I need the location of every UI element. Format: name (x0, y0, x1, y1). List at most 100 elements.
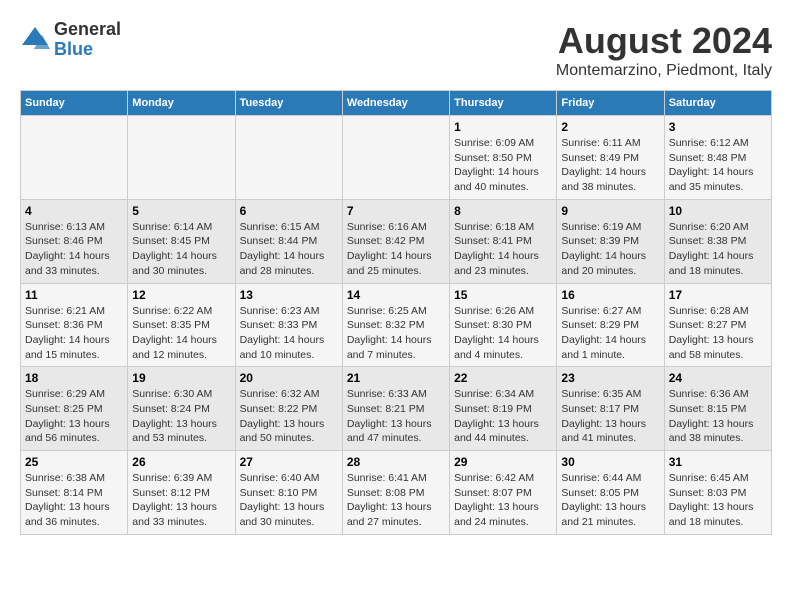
day-info: Sunrise: 6:42 AM Sunset: 8:07 PM Dayligh… (454, 471, 552, 530)
day-number: 29 (454, 455, 552, 469)
weekday-header-row: SundayMondayTuesdayWednesdayThursdayFrid… (21, 91, 772, 116)
calendar-cell: 30 Sunrise: 6:44 AM Sunset: 8:05 PM Dayli… (557, 451, 664, 535)
day-info: Sunrise: 6:25 AM Sunset: 8:32 PM Dayligh… (347, 304, 445, 363)
calendar-table: SundayMondayTuesdayWednesdayThursdayFrid… (20, 90, 772, 535)
day-info: Sunrise: 6:27 AM Sunset: 8:29 PM Dayligh… (561, 304, 659, 363)
calendar-cell: 19 Sunrise: 6:30 AM Sunset: 8:24 PM Dayli… (128, 367, 235, 451)
day-number: 8 (454, 204, 552, 218)
calendar-cell: 23 Sunrise: 6:35 AM Sunset: 8:17 PM Dayli… (557, 367, 664, 451)
subtitle: Montemarzino, Piedmont, Italy (556, 62, 772, 80)
calendar-cell: 27Sunrise: 6:40 AM Sunset: 8:10 PM Dayli… (235, 451, 342, 535)
day-number: 20 (240, 371, 338, 385)
weekday-header-tuesday: Tuesday (235, 91, 342, 116)
day-info: Sunrise: 6:35 AM Sunset: 8:17 PM Dayligh… (561, 387, 659, 446)
day-info: Sunrise: 6:39 AM Sunset: 8:12 PM Dayligh… (132, 471, 230, 530)
weekday-header-saturday: Saturday (664, 91, 771, 116)
calendar-cell: 28Sunrise: 6:41 AM Sunset: 8:08 PM Dayli… (342, 451, 449, 535)
day-number: 21 (347, 371, 445, 385)
calendar-cell: 9 Sunrise: 6:19 AM Sunset: 8:39 PM Daylig… (557, 199, 664, 283)
logo: General Blue (20, 20, 121, 60)
day-info: Sunrise: 6:36 AM Sunset: 8:15 PM Dayligh… (669, 387, 767, 446)
day-number: 10 (669, 204, 767, 218)
logo-blue-text: Blue (54, 40, 121, 60)
calendar-cell (235, 116, 342, 200)
day-info: Sunrise: 6:26 AM Sunset: 8:30 PM Dayligh… (454, 304, 552, 363)
calendar-cell: 10Sunrise: 6:20 AM Sunset: 8:38 PM Dayli… (664, 199, 771, 283)
day-number: 9 (561, 204, 659, 218)
calendar-week-1: 1 Sunrise: 6:09 AM Sunset: 8:50 PM Daylig… (21, 116, 772, 200)
day-info: Sunrise: 6:44 AM Sunset: 8:05 PM Dayligh… (561, 471, 659, 530)
logo-general-text: General (54, 20, 121, 40)
day-info: Sunrise: 6:22 AM Sunset: 8:35 PM Dayligh… (132, 304, 230, 363)
calendar-cell: 22Sunrise: 6:34 AM Sunset: 8:19 PM Dayli… (450, 367, 557, 451)
calendar-body: 1 Sunrise: 6:09 AM Sunset: 8:50 PM Daylig… (21, 116, 772, 535)
weekday-header-monday: Monday (128, 91, 235, 116)
calendar-header: SundayMondayTuesdayWednesdayThursdayFrid… (21, 91, 772, 116)
calendar-cell: 17 Sunrise: 6:28 AM Sunset: 8:27 PM Dayli… (664, 283, 771, 367)
calendar-cell: 3Sunrise: 6:12 AM Sunset: 8:48 PM Daylig… (664, 116, 771, 200)
day-number: 23 (561, 371, 659, 385)
calendar-cell: 20 Sunrise: 6:32 AM Sunset: 8:22 PM Dayli… (235, 367, 342, 451)
calendar-cell: 6 Sunrise: 6:15 AM Sunset: 8:44 PM Daylig… (235, 199, 342, 283)
day-number: 17 (669, 288, 767, 302)
calendar-cell (21, 116, 128, 200)
day-number: 13 (240, 288, 338, 302)
day-number: 3 (669, 120, 767, 134)
day-number: 16 (561, 288, 659, 302)
calendar-cell: 2Sunrise: 6:11 AM Sunset: 8:49 PM Daylig… (557, 116, 664, 200)
calendar-week-4: 18 Sunrise: 6:29 AM Sunset: 8:25 PM Dayli… (21, 367, 772, 451)
calendar-cell (128, 116, 235, 200)
day-info: Sunrise: 6:19 AM Sunset: 8:39 PM Dayligh… (561, 220, 659, 279)
logo-icon (20, 25, 50, 55)
weekday-header-wednesday: Wednesday (342, 91, 449, 116)
calendar-cell: 31 Sunrise: 6:45 AM Sunset: 8:03 PM Dayli… (664, 451, 771, 535)
day-info: Sunrise: 6:23 AM Sunset: 8:33 PM Dayligh… (240, 304, 338, 363)
day-info: Sunrise: 6:29 AM Sunset: 8:25 PM Dayligh… (25, 387, 123, 446)
day-info: Sunrise: 6:32 AM Sunset: 8:22 PM Dayligh… (240, 387, 338, 446)
day-number: 15 (454, 288, 552, 302)
day-info: Sunrise: 6:38 AM Sunset: 8:14 PM Dayligh… (25, 471, 123, 530)
weekday-header-sunday: Sunday (21, 91, 128, 116)
day-number: 24 (669, 371, 767, 385)
day-number: 1 (454, 120, 552, 134)
day-info: Sunrise: 6:14 AM Sunset: 8:45 PM Dayligh… (132, 220, 230, 279)
day-number: 19 (132, 371, 230, 385)
day-info: Sunrise: 6:34 AM Sunset: 8:19 PM Dayligh… (454, 387, 552, 446)
day-info: Sunrise: 6:28 AM Sunset: 8:27 PM Dayligh… (669, 304, 767, 363)
day-info: Sunrise: 6:33 AM Sunset: 8:21 PM Dayligh… (347, 387, 445, 446)
day-number: 30 (561, 455, 659, 469)
day-info: Sunrise: 6:13 AM Sunset: 8:46 PM Dayligh… (25, 220, 123, 279)
calendar-cell: 13 Sunrise: 6:23 AM Sunset: 8:33 PM Dayli… (235, 283, 342, 367)
day-number: 18 (25, 371, 123, 385)
calendar-cell: 24 Sunrise: 6:36 AM Sunset: 8:15 PM Dayli… (664, 367, 771, 451)
day-number: 5 (132, 204, 230, 218)
calendar-cell: 14 Sunrise: 6:25 AM Sunset: 8:32 PM Dayli… (342, 283, 449, 367)
day-info: Sunrise: 6:45 AM Sunset: 8:03 PM Dayligh… (669, 471, 767, 530)
day-info: Sunrise: 6:09 AM Sunset: 8:50 PM Dayligh… (454, 136, 552, 195)
day-number: 6 (240, 204, 338, 218)
calendar-cell: 8Sunrise: 6:18 AM Sunset: 8:41 PM Daylig… (450, 199, 557, 283)
calendar-cell: 26Sunrise: 6:39 AM Sunset: 8:12 PM Dayli… (128, 451, 235, 535)
day-info: Sunrise: 6:16 AM Sunset: 8:42 PM Dayligh… (347, 220, 445, 279)
calendar-cell: 7 Sunrise: 6:16 AM Sunset: 8:42 PM Daylig… (342, 199, 449, 283)
weekday-header-friday: Friday (557, 91, 664, 116)
day-number: 7 (347, 204, 445, 218)
day-number: 28 (347, 455, 445, 469)
day-info: Sunrise: 6:40 AM Sunset: 8:10 PM Dayligh… (240, 471, 338, 530)
calendar-week-3: 11Sunrise: 6:21 AM Sunset: 8:36 PM Dayli… (21, 283, 772, 367)
day-number: 31 (669, 455, 767, 469)
calendar-cell: 18 Sunrise: 6:29 AM Sunset: 8:25 PM Dayli… (21, 367, 128, 451)
day-number: 14 (347, 288, 445, 302)
day-number: 25 (25, 455, 123, 469)
calendar-cell: 12 Sunrise: 6:22 AM Sunset: 8:35 PM Dayli… (128, 283, 235, 367)
day-number: 12 (132, 288, 230, 302)
day-info: Sunrise: 6:30 AM Sunset: 8:24 PM Dayligh… (132, 387, 230, 446)
calendar-cell: 1 Sunrise: 6:09 AM Sunset: 8:50 PM Daylig… (450, 116, 557, 200)
day-number: 4 (25, 204, 123, 218)
calendar-week-5: 25 Sunrise: 6:38 AM Sunset: 8:14 PM Dayli… (21, 451, 772, 535)
calendar-cell: 21 Sunrise: 6:33 AM Sunset: 8:21 PM Dayli… (342, 367, 449, 451)
calendar-cell (342, 116, 449, 200)
day-info: Sunrise: 6:15 AM Sunset: 8:44 PM Dayligh… (240, 220, 338, 279)
day-info: Sunrise: 6:11 AM Sunset: 8:49 PM Dayligh… (561, 136, 659, 195)
weekday-header-thursday: Thursday (450, 91, 557, 116)
